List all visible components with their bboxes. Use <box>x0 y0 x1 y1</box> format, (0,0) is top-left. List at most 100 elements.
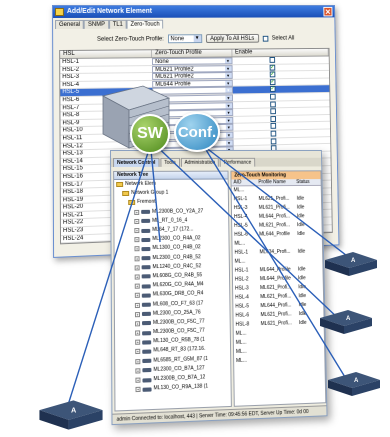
chevron-down-icon: ▼ <box>224 73 232 80</box>
expand-icon[interactable]: + <box>135 368 141 374</box>
expand-icon[interactable]: + <box>134 274 140 280</box>
device-icon <box>142 358 152 364</box>
monitor-row[interactable]: ML... <box>234 354 324 366</box>
expand-icon[interactable]: + <box>134 209 140 215</box>
tree-item-label: Network Elem <box>125 180 156 188</box>
expand-icon[interactable]: + <box>135 321 141 327</box>
profile-value: ML621 Profile2 <box>155 66 194 73</box>
enable-checkbox[interactable] <box>269 64 275 71</box>
profile-cell: ML644_Profi... <box>258 213 290 220</box>
device-icon <box>142 368 152 373</box>
enable-checkbox[interactable] <box>269 71 275 78</box>
tree-item-label: ML130_CO_R9A_138 (1 <box>153 383 209 392</box>
chevron-down-icon: ▼ <box>224 65 232 72</box>
column-profile-name[interactable]: Profile Name <box>256 179 294 185</box>
status-cell: Idle <box>297 248 306 255</box>
expand-icon[interactable]: + <box>134 311 140 317</box>
expand-icon[interactable]: + <box>134 228 140 234</box>
enable-checkbox[interactable] <box>270 130 276 137</box>
expand-icon[interactable]: + <box>134 237 140 243</box>
expand-icon[interactable]: + <box>134 255 140 261</box>
expand-icon[interactable]: + <box>135 386 141 393</box>
enable-checkbox[interactable] <box>270 123 276 130</box>
close-icon[interactable]: ✕ <box>323 6 333 17</box>
status-cell: Idle <box>296 195 305 202</box>
software-badge: SW <box>130 114 170 154</box>
network-appliance-icon: A <box>328 372 380 396</box>
aid-cell: ML... <box>236 357 247 365</box>
dialog-title: Add/Edit Network Element <box>66 7 153 15</box>
expand-icon[interactable]: + <box>134 293 140 299</box>
status-cell: Idle <box>297 230 305 237</box>
tab-administration[interactable]: Administration <box>180 157 220 167</box>
chevron-down-icon: ▼ <box>224 58 232 65</box>
aid-cell: HSL-1 <box>234 249 249 256</box>
device-icon <box>141 293 151 298</box>
device-icon <box>142 387 152 392</box>
expand-icon[interactable]: + <box>135 330 141 336</box>
column-status[interactable]: Status <box>294 179 320 185</box>
aid-cell: ML... <box>234 240 246 247</box>
monitoring-pane: Zero-Touch Monitoring AID Profile Name S… <box>230 170 327 407</box>
tab-performance[interactable]: Performance <box>219 157 256 167</box>
column-enable[interactable]: Enable <box>232 48 329 57</box>
device-icon <box>141 237 151 242</box>
enable-checkbox[interactable] <box>269 115 276 122</box>
status-cell: Idle <box>296 204 305 211</box>
chevron-down-icon: ▼ <box>225 95 232 102</box>
expand-icon[interactable]: + <box>135 377 141 383</box>
profile-cell <box>257 186 295 195</box>
hsl-cell: HSL-1 <box>62 58 80 66</box>
profile-value: ML621 Profile2 <box>155 73 194 81</box>
chevron-down-icon: ▼ <box>225 110 232 117</box>
expand-icon[interactable]: + <box>134 283 140 289</box>
device-icon <box>141 219 151 224</box>
tree-item-label: ML2300_CO_R4A_02 <box>152 235 201 243</box>
column-hsl[interactable]: HSL <box>60 50 153 59</box>
enable-checkbox[interactable] <box>269 79 276 85</box>
tree-item-label: ML64_7_17 (172... <box>152 226 194 233</box>
expand-icon[interactable]: + <box>135 358 141 364</box>
enable-checkbox[interactable] <box>269 57 275 63</box>
enable-checkbox[interactable] <box>269 101 276 108</box>
hsl-cell: HSL-2 <box>62 66 80 73</box>
select-all-label: Select All <box>271 35 295 42</box>
enable-checkbox[interactable] <box>269 86 276 93</box>
column-aid[interactable]: AID <box>232 179 257 185</box>
chevron-down-icon: ▼ <box>224 80 232 87</box>
profile-select[interactable]: None ▼ <box>167 34 202 44</box>
enable-checkbox[interactable] <box>269 93 276 100</box>
expand-icon[interactable]: + <box>134 265 140 271</box>
device-icon <box>141 209 151 215</box>
tab-zero-touch[interactable]: Zero-Touch <box>126 19 164 29</box>
apply-to-all-button[interactable]: Apply To All HSLs <box>205 33 259 44</box>
tab-general[interactable]: General <box>55 19 85 30</box>
chevron-down-icon: ▼ <box>224 87 232 94</box>
profile-cell: ML621_Profi... <box>258 204 290 211</box>
status-cell <box>295 239 322 248</box>
expand-icon[interactable]: + <box>134 302 140 308</box>
device-icon <box>141 284 151 289</box>
tab-network-control[interactable]: Network Control <box>113 157 160 167</box>
network-appliance-icon: A <box>325 252 377 276</box>
select-all-checkbox[interactable] <box>262 35 269 42</box>
enable-checkbox[interactable] <box>269 108 276 115</box>
tab-tl1[interactable]: TL1 <box>108 19 127 29</box>
tab-tools[interactable]: Tools <box>160 157 180 167</box>
tab-snmp[interactable]: SNMP <box>84 19 109 29</box>
device-icon <box>142 321 152 326</box>
hsl-cell: HSL-3 <box>62 74 80 81</box>
status-cell <box>294 186 320 195</box>
expand-icon[interactable]: + <box>134 218 140 224</box>
expand-icon[interactable]: + <box>135 339 141 346</box>
network-appliance-icon: A <box>320 310 372 334</box>
expand-icon[interactable]: + <box>135 349 141 355</box>
aid-cell: ML... <box>234 258 246 265</box>
expand-icon[interactable]: + <box>134 246 140 252</box>
status-cell <box>298 354 325 364</box>
tree-item-label: ML_RT_0_16_4 <box>152 217 188 224</box>
profile-toolbar: Select Zero-Touch Profile: None ▼ Apply … <box>53 33 335 45</box>
enable-checkbox[interactable] <box>270 137 276 144</box>
column-profile[interactable]: Zero-Touch Profile <box>152 49 233 58</box>
svg-text:A: A <box>351 258 356 264</box>
